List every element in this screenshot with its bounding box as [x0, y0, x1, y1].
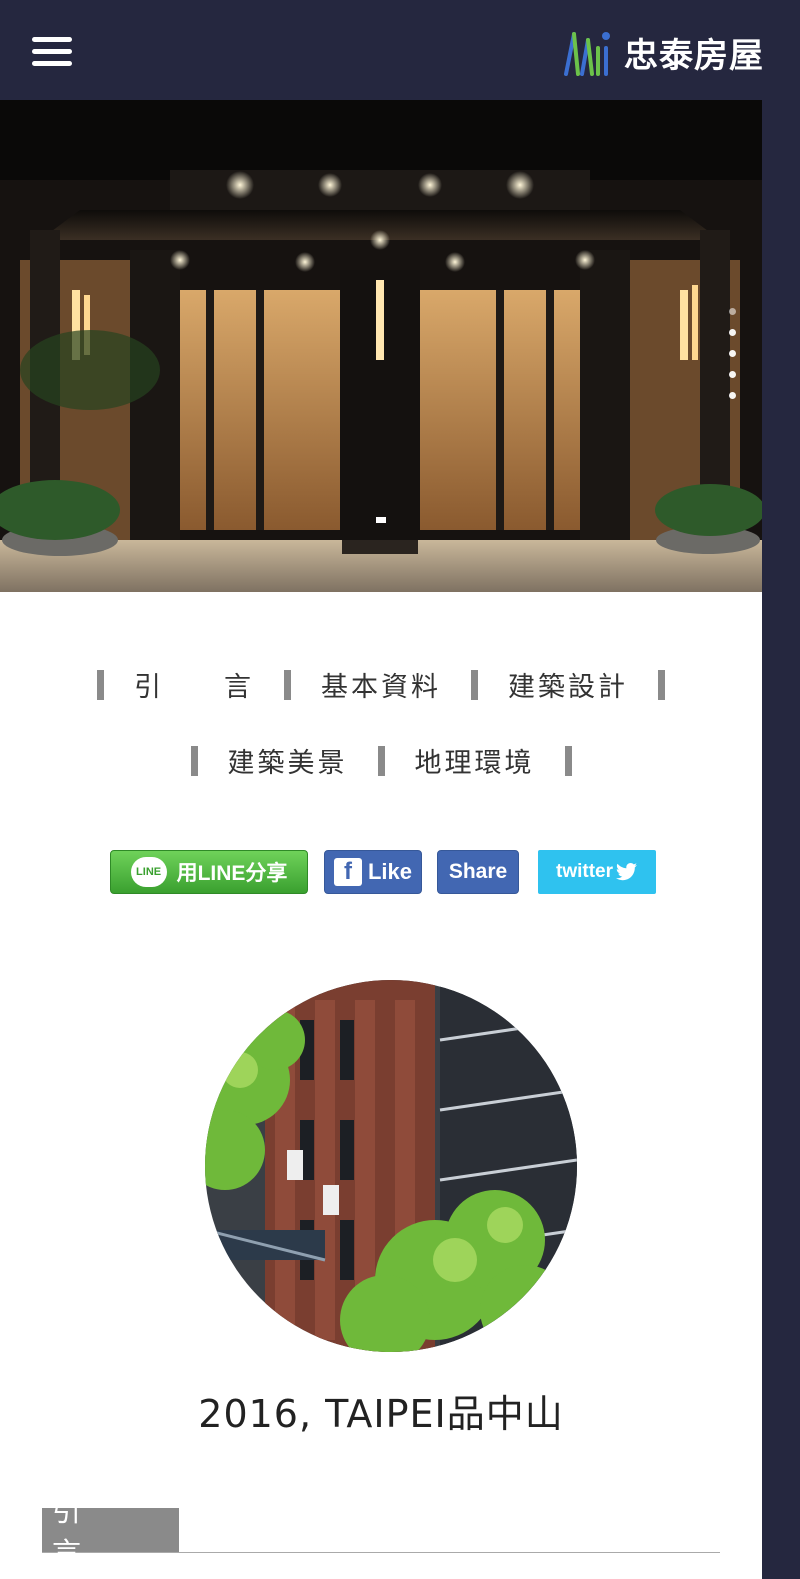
- project-building-photo: [205, 980, 577, 1352]
- right-rail: [762, 100, 800, 1579]
- slider-dot[interactable]: [728, 308, 736, 315]
- hero-slider[interactable]: [0, 100, 762, 592]
- facebook-icon: f: [333, 858, 362, 886]
- tab-separator: [564, 745, 572, 776]
- project-title: 2016, TAIPEI品中山: [198, 1392, 564, 1436]
- line-share-label: 用LINE分享: [176, 862, 288, 885]
- line-share-button[interactable]: LINE 用LINE分享: [110, 850, 308, 894]
- tab-separator: [658, 669, 665, 700]
- facebook-share-button[interactable]: Share: [437, 850, 519, 894]
- tab-separator: [284, 669, 291, 700]
- tab-location[interactable]: 地理環境: [385, 741, 565, 780]
- tab-separator: [190, 745, 198, 776]
- slider-dot[interactable]: [728, 392, 736, 399]
- building-image: [205, 980, 577, 1352]
- tab-architecture-design[interactable]: 建築設計: [478, 665, 658, 704]
- hero-lobby-image: [0, 100, 762, 592]
- section-nav-row-2: 建築美景 地理環境: [0, 741, 762, 780]
- content-panel: 引 言 基本資料 建築設計 建築美景 地理環境 LINE 用LINE分享 f L…: [0, 100, 762, 1579]
- tab-separator: [471, 669, 478, 700]
- share-bar: LINE 用LINE分享 f Like Share twitter: [0, 850, 762, 894]
- tab-intro[interactable]: 引 言: [104, 665, 284, 704]
- slider-dot[interactable]: [728, 371, 736, 378]
- logo-text: 忠泰房屋: [624, 35, 764, 76]
- top-header: 忠泰房屋: [0, 0, 800, 100]
- section-header: 引言: [42, 1494, 720, 1570]
- twitter-label: twitter: [556, 861, 613, 882]
- slider-dot[interactable]: [728, 329, 736, 336]
- tab-separator: [377, 745, 385, 776]
- section-header-label: 引言: [42, 1494, 179, 1570]
- brand-logo[interactable]: 忠泰房屋: [562, 26, 764, 78]
- section-nav-row-1: 引 言 基本資料 建築設計: [0, 665, 762, 704]
- slider-dot[interactable]: [728, 350, 736, 357]
- fb-share-label: Share: [448, 860, 508, 883]
- fb-like-label: Like: [367, 859, 413, 884]
- tab-architecture-views[interactable]: 建築美景: [198, 741, 378, 780]
- tab-separator: [97, 669, 104, 700]
- logo-mark-icon: [564, 32, 610, 76]
- line-icon: LINE: [130, 857, 167, 887]
- facebook-like-button[interactable]: f Like: [324, 850, 422, 894]
- slider-dots: [726, 308, 738, 413]
- twitter-bird-icon: [616, 863, 637, 881]
- hamburger-menu-icon[interactable]: [32, 37, 72, 67]
- tab-basic-info[interactable]: 基本資料: [291, 665, 471, 704]
- twitter-share-button[interactable]: twitter: [538, 850, 656, 894]
